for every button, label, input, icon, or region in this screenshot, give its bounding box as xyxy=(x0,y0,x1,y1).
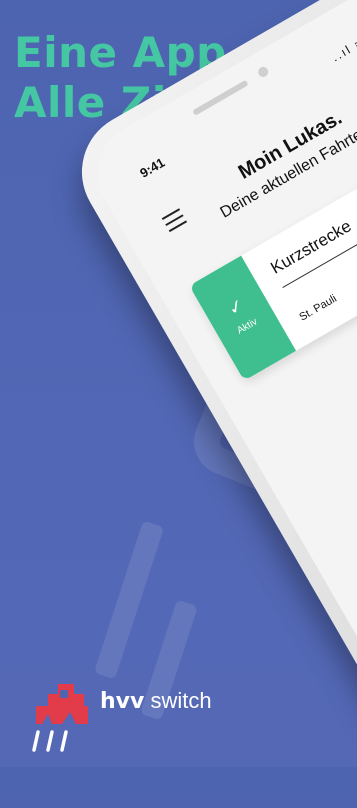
hvv-switch-brand: hvv switch xyxy=(30,676,230,752)
menu-icon[interactable] xyxy=(161,208,190,236)
status-time: 9:41 xyxy=(137,154,168,181)
phone-speaker xyxy=(192,79,249,116)
phone-camera xyxy=(256,65,271,79)
hvv-switch-logo-icon xyxy=(32,684,88,752)
background-bar-decoration xyxy=(93,520,165,680)
brand-name: hvv switch xyxy=(100,688,212,714)
brand-name-hvv: hvv xyxy=(100,689,145,714)
status-icons: ..ıl ≈ ▬ xyxy=(329,25,357,65)
brand-name-switch: switch xyxy=(150,688,212,713)
ticket-stop: St. Pauli xyxy=(297,292,339,324)
